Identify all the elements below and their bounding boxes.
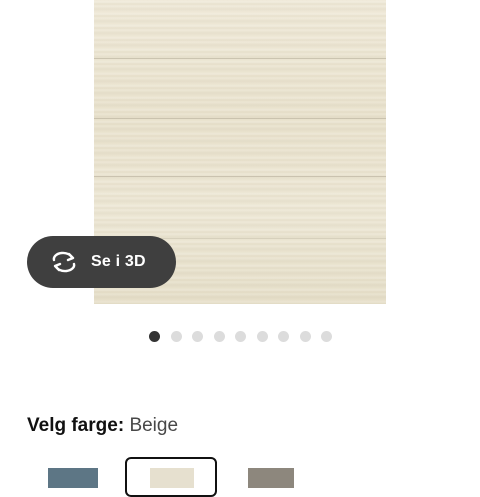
carousel-dot[interactable]: [213, 331, 225, 342]
carousel-dot[interactable]: [192, 331, 203, 342]
color-picker-label: Velg farge:: [27, 415, 125, 436]
carousel-dot[interactable]: [170, 331, 182, 342]
carousel-dot[interactable]: [321, 331, 332, 342]
carousel-dot[interactable]: [235, 331, 246, 342]
selected-color-value: Beige: [129, 415, 179, 436]
carousel-dot[interactable]: [278, 331, 289, 342]
color-swatch-beige[interactable]: [150, 468, 194, 488]
rotate-3d-icon: [49, 250, 79, 274]
color-swatch-blue-grey[interactable]: [48, 468, 98, 488]
view-in-3d-label: Se i 3D: [91, 253, 146, 270]
carousel-dot[interactable]: [149, 331, 160, 342]
view-in-3d-button[interactable]: Se i 3D: [27, 236, 176, 288]
carousel-dot[interactable]: [299, 331, 311, 342]
carousel-dot[interactable]: [256, 331, 268, 342]
image-carousel-dots: [149, 331, 332, 342]
color-picker-heading: Velg farge: Beige: [27, 415, 178, 437]
color-swatch-grey-brown[interactable]: [248, 468, 294, 488]
